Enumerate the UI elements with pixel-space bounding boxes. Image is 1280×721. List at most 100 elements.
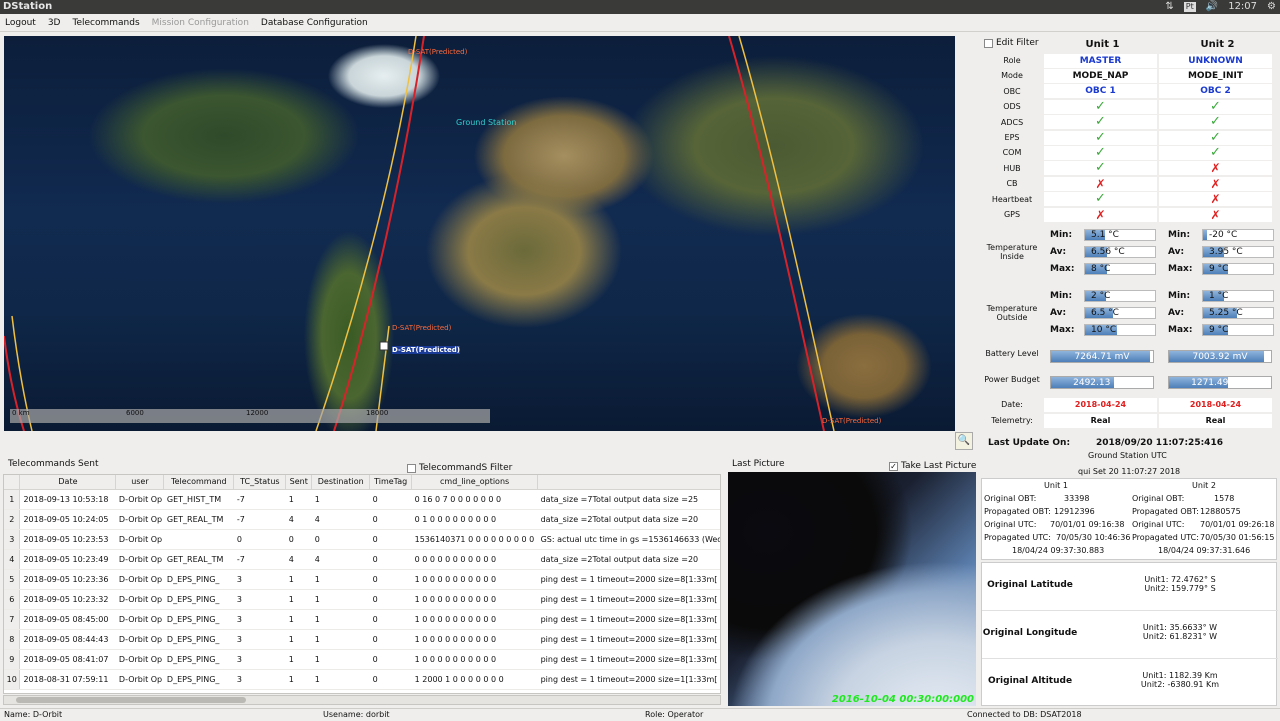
table-cell: 0 0 0 0 0 0 0 0 0 0 0: [411, 549, 538, 570]
max-label: Max:: [1050, 325, 1075, 335]
status-row-value: UNKNOWN: [1159, 53, 1272, 68]
av-label: Av:: [1168, 308, 1185, 318]
table-row[interactable]: 9 2018-09-05 08:41:07 D-Orbit Op D_EPS_PING…: [4, 649, 720, 670]
column-header[interactable]: Date: [19, 475, 117, 490]
obt-label: Propagated UTC:: [984, 533, 1051, 542]
column-header[interactable]: Destination: [311, 475, 371, 490]
status-row-com: COM ✓ ✓: [980, 145, 1276, 160]
min-label: Min:: [1168, 230, 1191, 240]
table-cell: ping dest = 1 timeout=2000 size=8[1:33m[: [537, 569, 720, 590]
table-row[interactable]: 4 2018-09-05 10:23:49 D-Orbit Op GET_REAL_T…: [4, 549, 720, 570]
status-row-label: ODS: [1003, 102, 1021, 112]
table-scrollbar[interactable]: [3, 695, 721, 705]
status-role: Role: Operator: [645, 710, 704, 719]
telecommands-table[interactable]: Date user Telecommand TC_Status Sent Destinat…: [3, 474, 721, 694]
table-cell: 1 0 0 0 0 0 0 0 0 0 0: [411, 629, 538, 650]
table-cell: 2018-09-13 10:53:18: [19, 489, 116, 510]
status-row-heartbeat: Heartbeat ✓ ✗: [980, 192, 1276, 207]
power-u1-bar: 2492.13 mW: [1050, 376, 1154, 389]
table-cell: data_size =2Total output data size =20: [537, 549, 720, 570]
menu-telecommands[interactable]: Telecommands: [72, 18, 139, 28]
table-row[interactable]: 2 2018-09-05 10:24:05 D-Orbit Op GET_REAL_T…: [4, 509, 720, 530]
table-cell: 1: [311, 669, 370, 690]
table-cell: 3: [233, 629, 286, 650]
column-header[interactable]: Sent: [285, 475, 313, 490]
table-cell: 7: [4, 609, 21, 630]
keyboard-layout[interactable]: Pt: [1183, 2, 1196, 12]
telecommands-filter-label: TelecommandS Filter: [419, 463, 513, 473]
column-header[interactable]: TimeTag: [369, 475, 413, 490]
ground-station-label[interactable]: Ground Station: [456, 118, 516, 127]
temp-in-u2-min: -20 °C: [1202, 229, 1274, 241]
table-cell: 2018-09-05 10:23:49: [19, 549, 116, 570]
status-row-label: CB: [1006, 179, 1018, 189]
clock[interactable]: 12:07: [1228, 0, 1257, 14]
menu-logout[interactable]: Logout: [5, 18, 36, 28]
position-row: Original Altitude Unit1: 1182.39 Km Unit2…: [982, 659, 1278, 707]
orbit-tracks: [4, 36, 835, 431]
menu-database-configuration[interactable]: Database Configuration: [261, 18, 368, 28]
table-cell: 9: [4, 649, 21, 670]
take-last-picture[interactable]: ✓ Take Last Picture: [889, 461, 976, 471]
table-cell: 3: [233, 609, 286, 630]
table-cell: GET_REAL_TM: [163, 549, 234, 570]
table-cell: -7: [233, 549, 286, 570]
telemetry-u1: Real: [1044, 413, 1157, 428]
table-row[interactable]: 8 2018-09-05 08:44:43 D-Orbit Op D_EPS_PING…: [4, 629, 720, 650]
table-cell: 2018-09-05 08:41:07: [19, 649, 116, 670]
column-header[interactable]: TC_Status: [233, 475, 287, 490]
telecommands-filter[interactable]: TelecommandS Filter: [407, 463, 512, 473]
column-header[interactable]: [4, 475, 21, 490]
column-header[interactable]: Telecommand: [163, 475, 235, 490]
table-cell: 0: [311, 529, 370, 550]
scrollbar-thumb[interactable]: [16, 697, 246, 703]
column-header[interactable]: [537, 475, 720, 490]
temperature-inside: Temperature Inside Min: 5.1 °C Av: 6.56 °C…: [980, 225, 1276, 277]
min-label: Min:: [1050, 230, 1073, 240]
gear-icon[interactable]: ⚙: [1267, 0, 1276, 14]
table-cell: 0: [369, 509, 412, 530]
status-name: Name: D-Orbit: [4, 710, 63, 719]
map-tool-icon[interactable]: 🔍: [955, 432, 973, 450]
table-cell: 3: [233, 669, 286, 690]
table-row[interactable]: 1 2018-09-13 10:53:18 D-Orbit Op GET_HIST_T…: [4, 489, 720, 510]
table-cell: ping dest = 1 timeout=2000 size=8[1:33m[: [537, 609, 720, 630]
table-row[interactable]: 7 2018-09-05 08:45:00 D-Orbit Op D_EPS_PING…: [4, 609, 720, 630]
table-cell: D_EPS_PING_: [163, 649, 234, 670]
table-cell: 1: [285, 649, 312, 670]
temp-in-u2-max: 9 °C: [1202, 263, 1274, 275]
world-map[interactable]: Ground Station D-SAT(Predicted) D-SAT(Pr…: [4, 36, 955, 431]
window-title: DStation: [3, 1, 53, 12]
cross-icon: ✗: [1159, 192, 1272, 207]
menu-3d[interactable]: 3D: [48, 18, 61, 28]
last-update-label: Last Update On:: [988, 438, 1071, 448]
status-row-label: OBC: [1003, 86, 1021, 96]
obt-label: Propagated OBT:: [984, 507, 1051, 516]
map-scale-bar: 0 km 6000 12000 18000: [10, 409, 490, 423]
volume-icon[interactable]: 🔊: [1206, 0, 1218, 14]
network-icon[interactable]: ⇅: [1165, 0, 1173, 14]
take-last-picture-checkbox[interactable]: ✓: [889, 461, 898, 471]
sat-current-label[interactable]: D-SAT(Predicted): [392, 346, 460, 354]
telecommands-filter-checkbox[interactable]: [407, 463, 416, 473]
scale-label: 18000: [366, 409, 389, 417]
table-row[interactable]: 6 2018-09-05 10:23:32 D-Orbit Op D_EPS_PING…: [4, 589, 720, 610]
table-cell: 10: [4, 669, 21, 690]
status-row-gps: GPS ✗ ✗: [980, 207, 1276, 222]
table-row[interactable]: 10 2018-08-31 07:59:11 D-Orbit Op D_EPS_PIN…: [4, 669, 720, 690]
table-row[interactable]: 5 2018-09-05 10:23:36 D-Orbit Op D_EPS_PING…: [4, 569, 720, 590]
column-header[interactable]: cmd_line_options: [411, 475, 539, 490]
power-u2-bar: 1271.49 mW: [1168, 376, 1272, 389]
table-cell: [163, 529, 234, 550]
table-cell: D-Orbit Op: [115, 569, 164, 590]
column-header[interactable]: user: [115, 475, 165, 490]
table-row[interactable]: 3 2018-09-05 10:23:53 D-Orbit Op 0 0 0 0 153614…: [4, 529, 720, 550]
table-cell: D-Orbit Op: [115, 649, 164, 670]
obt-label: Propagated OBT:: [1132, 507, 1199, 516]
position-value: Unit2: -6380.91 Km: [1140, 680, 1220, 689]
table-cell: 2018-09-05 10:23:36: [19, 569, 116, 590]
battery-u2-bar: 7003.92 mV: [1168, 350, 1272, 363]
obt-value: 70/01/01 09:16:38: [1050, 520, 1125, 529]
table-cell: 1: [285, 669, 312, 690]
take-last-picture-label: Take Last Picture: [901, 461, 977, 471]
